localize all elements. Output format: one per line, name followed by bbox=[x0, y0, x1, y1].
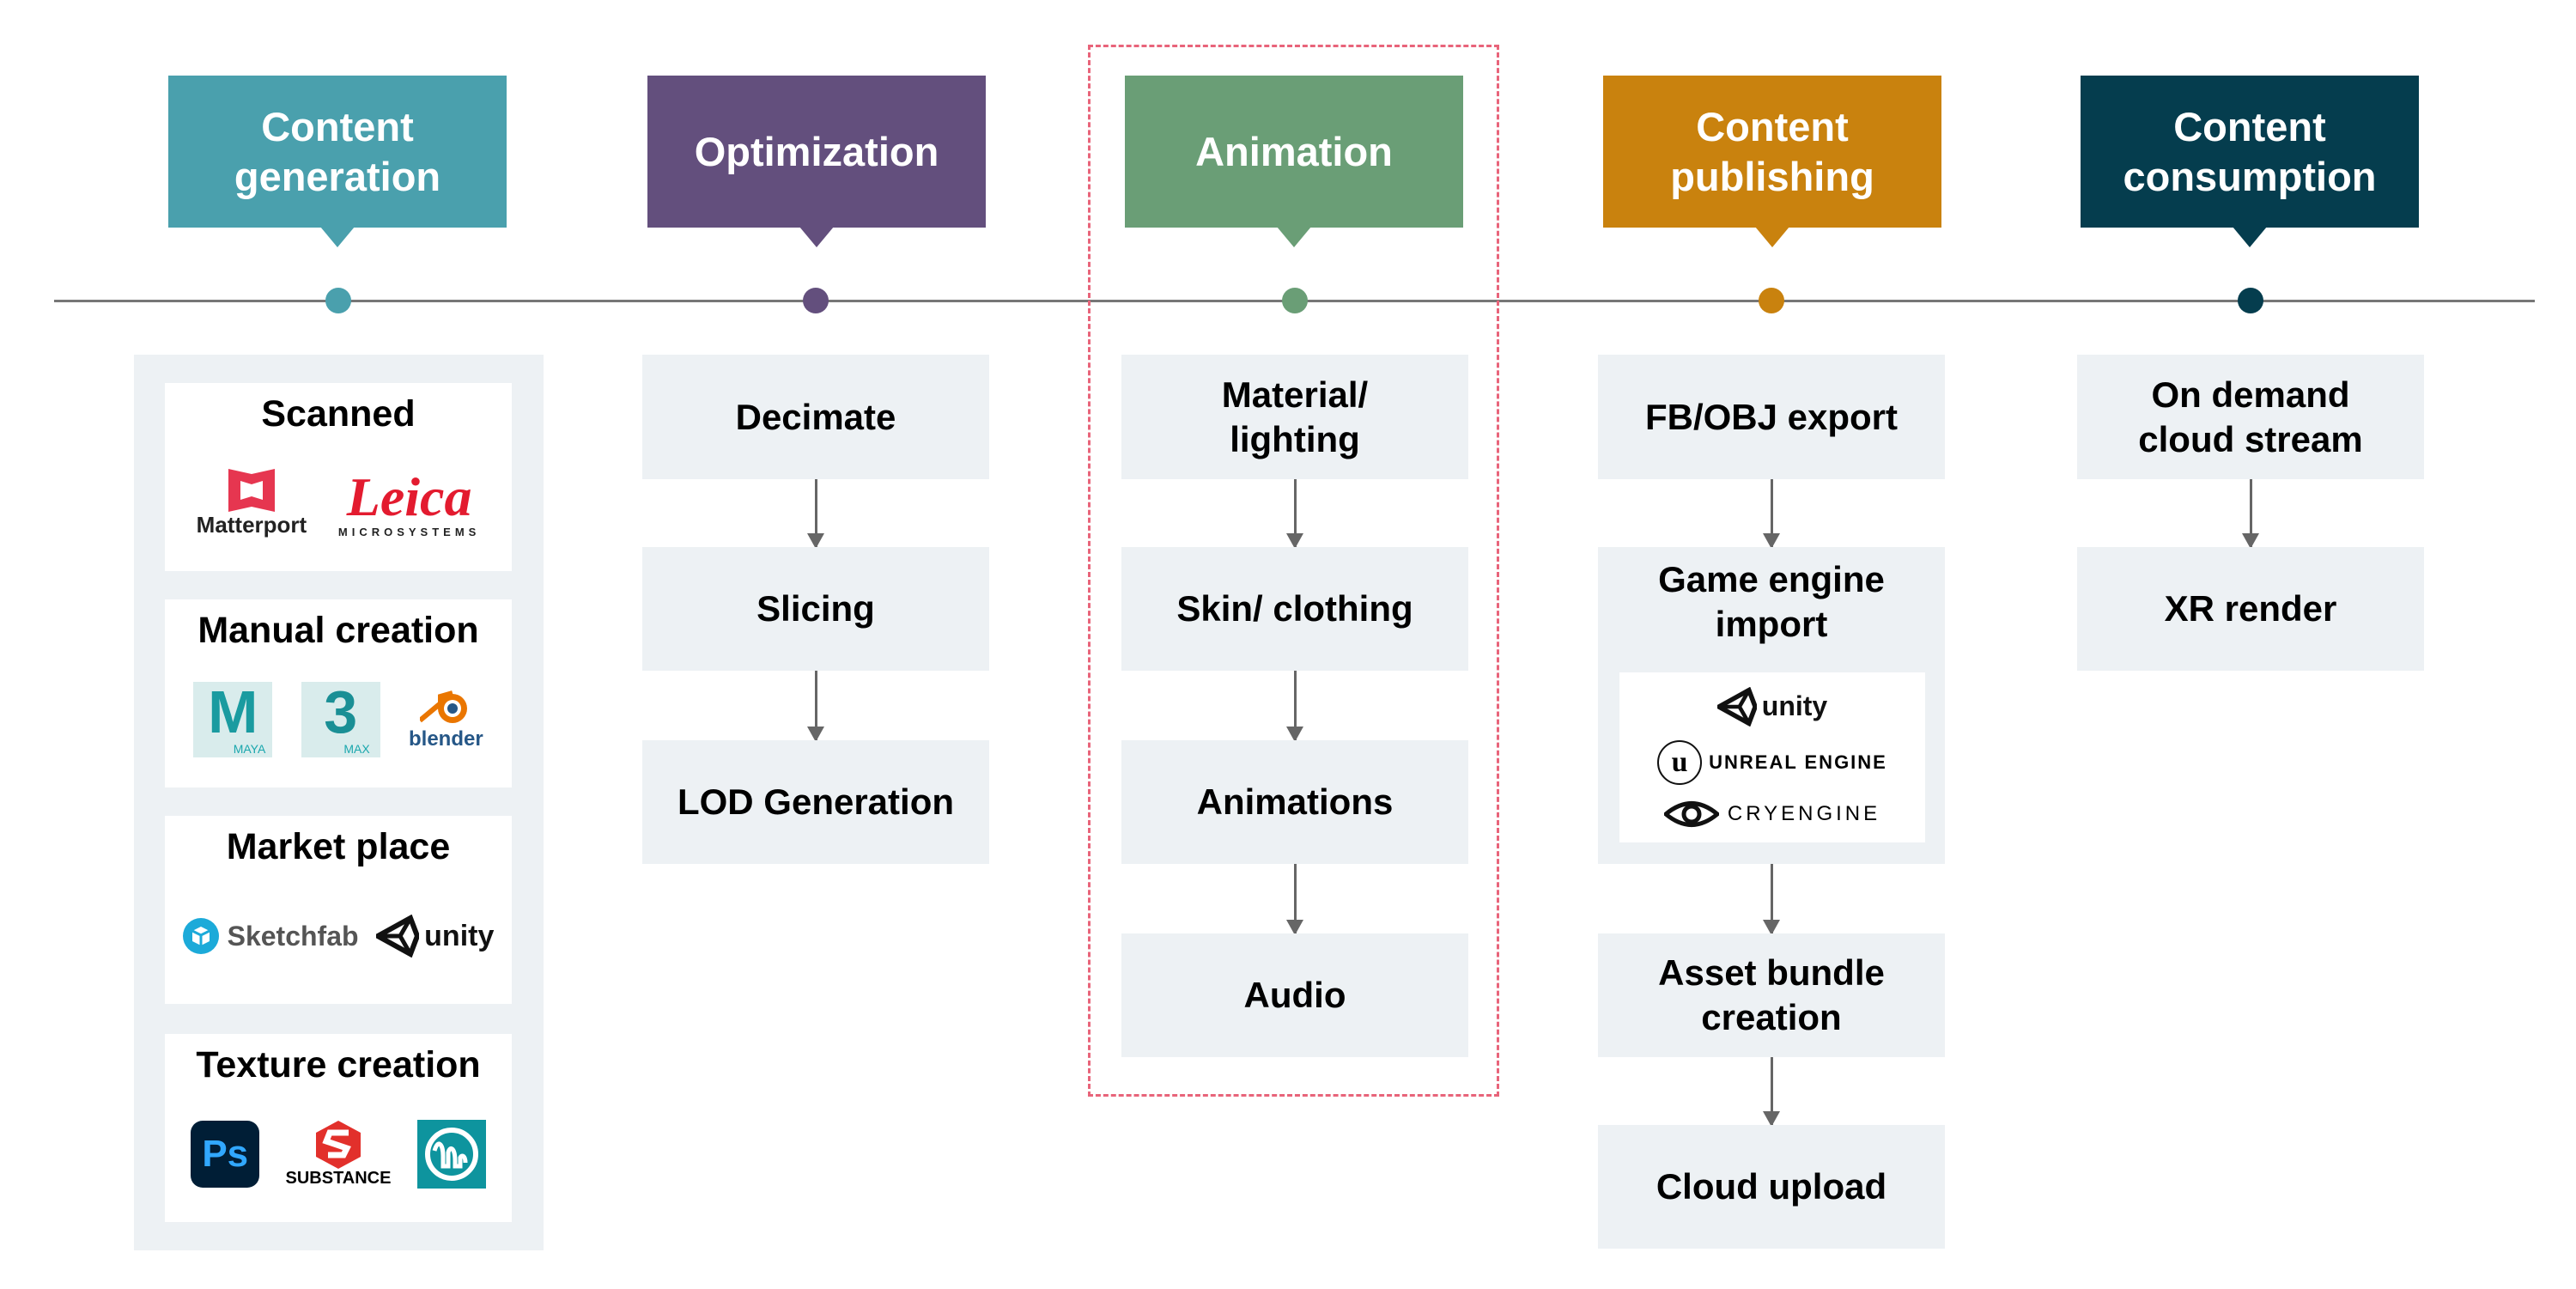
engine-logos: unity u UNREAL ENGINE CRYENGINE bbox=[1619, 672, 1925, 842]
arrow-down bbox=[807, 671, 824, 742]
arrow-down bbox=[807, 479, 824, 549]
arrow-down bbox=[1286, 479, 1303, 549]
stage-content-consumption: Content consumption bbox=[2081, 76, 2419, 247]
timeline-dot bbox=[2238, 288, 2263, 313]
photoshop-logo: Ps bbox=[191, 1121, 260, 1188]
unity-logo: unity bbox=[1716, 686, 1827, 727]
substance-logo: SUBSTANCE bbox=[286, 1120, 391, 1189]
step-animations: Animations bbox=[1121, 740, 1468, 864]
step-on-demand-cloud-stream: On demand cloud stream bbox=[2077, 355, 2424, 479]
blender-logo: blender bbox=[409, 688, 483, 751]
arrow-down bbox=[1763, 1057, 1780, 1127]
step-xr-render: XR render bbox=[2077, 547, 2424, 671]
step-audio: Audio bbox=[1121, 933, 1468, 1057]
stage-content-generation: Content generation bbox=[168, 76, 507, 247]
arrow-down bbox=[1763, 864, 1780, 935]
arrow-down bbox=[1763, 479, 1780, 549]
step-skin-clothing: Skin/ clothing bbox=[1121, 547, 1468, 671]
unity-logo: unity bbox=[376, 915, 494, 958]
sketchfab-logo: Sketchfab bbox=[182, 918, 359, 954]
card-market-place: Market place Sketchfab unity bbox=[165, 816, 512, 1004]
timeline-dot bbox=[1759, 288, 1784, 313]
3dsmax-logo: 3 MAX bbox=[301, 682, 380, 757]
arrow-down bbox=[1286, 671, 1303, 742]
stage-content-publishing: Content publishing bbox=[1603, 76, 1941, 247]
step-fb-obj-export: FB/OBJ export bbox=[1598, 355, 1945, 479]
timeline-dot bbox=[1282, 288, 1308, 313]
card-texture-creation: Texture creation Ps SUBSTANCE bbox=[165, 1034, 512, 1222]
substance-painter-logo bbox=[416, 1120, 486, 1189]
stage-animation: Animation bbox=[1125, 76, 1463, 247]
timeline-dot bbox=[325, 288, 351, 313]
step-slicing: Slicing bbox=[642, 547, 989, 671]
arrow-down bbox=[2242, 479, 2259, 549]
card-scanned: Scanned Matterport Leica MICROSYSTEMS bbox=[165, 383, 512, 571]
maya-logo: M MAYA bbox=[193, 682, 273, 757]
step-lod-generation: LOD Generation bbox=[642, 740, 989, 864]
stage-optimization: Optimization bbox=[647, 76, 986, 247]
timeline-dot bbox=[803, 288, 829, 313]
step-cloud-upload: Cloud upload bbox=[1598, 1125, 1945, 1249]
arrow-down bbox=[1286, 864, 1303, 935]
card-manual-creation: Manual creation M MAYA 3 MAX blender bbox=[165, 599, 512, 787]
step-material-lighting: Material/ lighting bbox=[1121, 355, 1468, 479]
matterport-logo: Matterport bbox=[197, 468, 307, 538]
unreal-engine-logo: u UNREAL ENGINE bbox=[1657, 740, 1887, 785]
cryengine-logo: CRYENGINE bbox=[1663, 800, 1880, 829]
step-asset-bundle-creation: Asset bundle creation bbox=[1598, 933, 1945, 1057]
step-decimate: Decimate bbox=[642, 355, 989, 479]
leica-logo: Leica MICROSYSTEMS bbox=[337, 465, 481, 538]
